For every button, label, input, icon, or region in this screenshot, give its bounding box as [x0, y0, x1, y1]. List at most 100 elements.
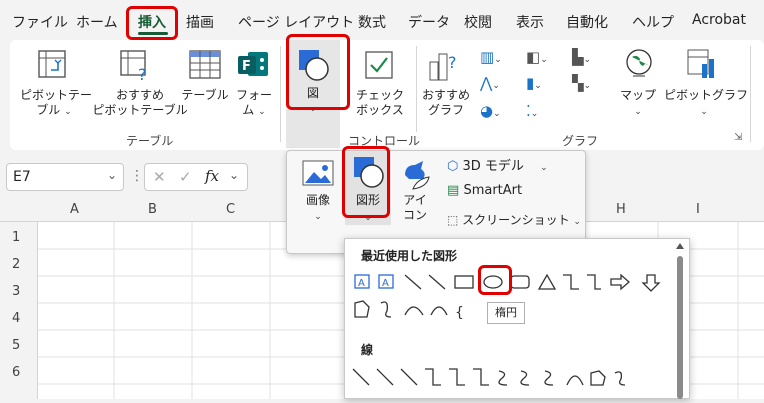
column-header-i[interactable]: I	[696, 202, 700, 217]
highlight-ellipse-shape	[478, 265, 512, 295]
pivot-chart-icon	[686, 48, 720, 82]
checkbox-button[interactable]: チェック ボックス	[352, 88, 408, 118]
screenshot-label: スクリーンショット	[462, 213, 570, 227]
column-chart-icon[interactable]: ▥⌄	[480, 48, 502, 66]
cube-icon: ⬡	[447, 159, 459, 174]
row-header-2[interactable]: 2	[12, 257, 20, 272]
column-header-h[interactable]: H	[616, 202, 626, 217]
tab-review[interactable]: 校閲	[464, 12, 492, 32]
line-chart-icon[interactable]: ⋀⌄	[480, 74, 500, 92]
tab-automate[interactable]: 自動化	[566, 12, 608, 32]
tab-data[interactable]: データ	[408, 12, 450, 32]
svg-text:?: ?	[138, 65, 147, 82]
recommended-chart-button[interactable]: おすすめ グラフ	[418, 88, 474, 118]
lines-title: 線	[361, 343, 374, 357]
chevron-down-icon[interactable]: ⌄	[229, 168, 239, 182]
recommended-pivot-icon: ?	[118, 48, 152, 84]
map-button[interactable]: マップ ⌄	[616, 88, 660, 120]
image-icon	[301, 159, 335, 189]
screenshot-icon: ⬚	[447, 213, 459, 227]
chevron-down-icon: ⌄	[314, 212, 322, 222]
tab-help[interactable]: ヘルプ	[632, 12, 674, 32]
svg-text:A: A	[358, 278, 365, 289]
enter-icon[interactable]: ✓	[179, 168, 192, 186]
checkbox-label-2: ボックス	[356, 103, 404, 117]
row-header-6[interactable]: 6	[12, 365, 20, 380]
name-box-value: E7	[13, 169, 31, 185]
scatter-chart-icon[interactable]: ⁚⌄	[526, 102, 538, 120]
icons-button[interactable]: アイ コン	[397, 193, 433, 223]
name-box[interactable]: E7 ⌄	[6, 163, 124, 191]
checkbox-label: チェック	[355, 88, 404, 102]
separator	[280, 46, 281, 142]
row-header-4[interactable]: 4	[12, 311, 20, 326]
hierarchy-chart-icon[interactable]: ◧⌄	[526, 48, 548, 66]
chevron-down-icon: ⌄	[258, 107, 266, 117]
tab-view[interactable]: 表示	[516, 12, 544, 32]
tab-file[interactable]: ファイル	[12, 12, 68, 32]
dialog-launcher-icon[interactable]: ⇲	[734, 132, 742, 143]
group-label-table: テーブル	[126, 134, 174, 148]
3d-model-label: 3D モデル	[462, 159, 524, 174]
smartart-icon: ▤	[447, 183, 460, 198]
pivot-table-icon	[36, 48, 70, 82]
image-label: 画像	[305, 193, 330, 207]
recommended-chart-label: おすすめ	[421, 88, 470, 102]
chevron-down-icon: ⌄	[573, 217, 581, 227]
tab-formulas[interactable]: 数式	[358, 12, 386, 32]
globe-icon	[624, 48, 654, 78]
separator	[750, 46, 751, 142]
smartart-button[interactable]: ▤ SmartArt	[447, 183, 522, 205]
more-options-icon: ⋮	[130, 168, 144, 184]
recent-shapes-title: 最近使用した図形	[361, 249, 458, 263]
pivot-table-label: ピボットテー	[20, 88, 93, 102]
group-label-chart: グラフ	[562, 134, 599, 148]
recommended-pivot-label: おすすめ	[115, 88, 164, 102]
waterfall-chart-icon[interactable]: ▙⌄	[572, 48, 591, 66]
row-header-3[interactable]: 3	[12, 284, 20, 299]
chevron-down-icon[interactable]: ⌄	[107, 168, 117, 182]
svg-text:?: ?	[448, 53, 457, 72]
combo-chart-icon[interactable]: ▚⌄	[572, 74, 591, 92]
recommended-chart-icon: ?	[428, 48, 462, 82]
cancel-icon[interactable]: ✕	[153, 168, 166, 186]
statistic-chart-icon[interactable]: ▮⌄	[526, 74, 542, 92]
column-header-b[interactable]: B	[148, 202, 157, 217]
chevron-down-icon: ⌄	[700, 107, 708, 117]
gallery-scrollbar[interactable]	[674, 240, 686, 399]
highlight-shapes-button	[342, 146, 390, 218]
highlight-insert-tab	[126, 6, 178, 40]
svg-text:{: {	[455, 305, 464, 321]
tab-page-layout[interactable]: ページ レイアウト	[238, 12, 354, 32]
tab-home[interactable]: ホーム	[76, 12, 118, 32]
recommended-pivot-button[interactable]: おすすめ ピボットテーブル	[92, 88, 188, 118]
table-button[interactable]: テーブル	[178, 88, 232, 103]
column-header-a[interactable]: A	[70, 202, 79, 217]
chevron-down-icon: ⌄	[540, 163, 548, 173]
table-label: テーブル	[181, 88, 229, 102]
pivot-chart-label: ピボットグラフ	[664, 88, 749, 102]
icons-label: アイ	[403, 193, 427, 207]
forms-button[interactable]: フォー ム ⌄	[232, 88, 276, 120]
tab-draw[interactable]: 描画	[186, 12, 214, 32]
forms-label: フォー	[235, 88, 272, 102]
row-header-1[interactable]: 1	[12, 230, 20, 245]
column-header-c[interactable]: C	[226, 202, 235, 217]
ellipse-tooltip: 楕円	[487, 302, 525, 324]
forms-label-2: ム	[242, 103, 255, 117]
pie-chart-icon[interactable]: ◕⌄	[480, 102, 501, 120]
map-label: マップ	[619, 88, 656, 102]
lines-shapes-row	[352, 368, 626, 386]
table-icon	[188, 48, 222, 82]
3d-model-button[interactable]: ⬡ 3D モデル ⌄	[447, 155, 548, 177]
separator	[416, 46, 417, 142]
pivot-table-button[interactable]: ピボットテー ブル ⌄	[20, 88, 93, 120]
pivot-chart-button[interactable]: ピボットグラフ ⌄	[664, 88, 749, 120]
image-button[interactable]: 画像 ⌄	[295, 193, 341, 225]
screenshot-button[interactable]: ⬚ スクリーンショット ⌄	[447, 211, 581, 233]
tab-acrobat[interactable]: Acrobat	[692, 12, 746, 28]
row-header-5[interactable]: 5	[12, 338, 20, 353]
icons-icon	[399, 157, 433, 191]
menu-bar: ファイル ホーム 挿入 描画 ページ レイアウト 数式 データ 校閲 表示 自動…	[0, 0, 764, 42]
insert-function-icon[interactable]: fx	[205, 167, 219, 185]
